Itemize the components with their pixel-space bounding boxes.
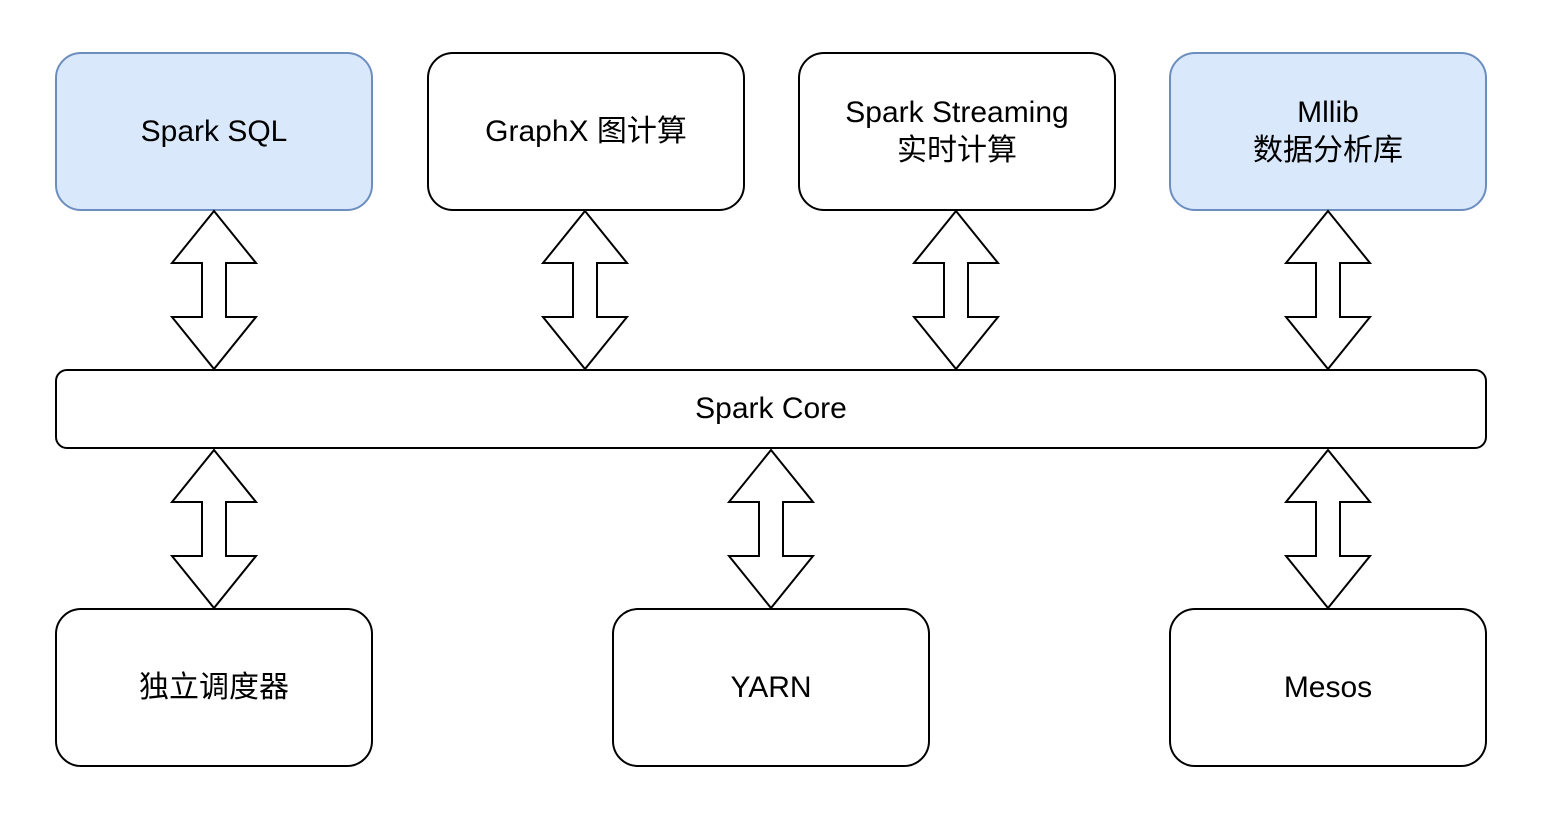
spark-sql-label: Spark SQL: [140, 114, 288, 148]
double-arrow-icon: [169, 209, 259, 371]
double-arrow-icon: [911, 209, 1001, 371]
standalone-scheduler-label: 独立调度器: [139, 670, 289, 704]
spark-streaming-label-line2: 实时计算: [897, 133, 1017, 167]
mllib-label-line1: Mllib: [1297, 95, 1359, 129]
mesos-label: Mesos: [1283, 670, 1373, 704]
double-arrow-icon: [169, 448, 259, 610]
double-arrow-icon: [1283, 448, 1373, 610]
double-arrow-icon: [540, 209, 630, 371]
double-arrow-icon: [726, 448, 816, 610]
mllib-box[interactable]: Mllib 数据分析库: [1169, 52, 1487, 211]
yarn-label: YARN: [730, 670, 812, 704]
spark-sql-box[interactable]: Spark SQL: [55, 52, 373, 211]
mllib-label-line2: 数据分析库: [1253, 133, 1403, 167]
graphx-box[interactable]: GraphX 图计算: [427, 52, 745, 211]
graphx-label: GraphX 图计算: [485, 114, 687, 148]
double-arrow-icon: [1283, 209, 1373, 371]
mesos-box[interactable]: Mesos: [1169, 608, 1487, 767]
spark-streaming-label-line1: Spark Streaming: [845, 95, 1069, 129]
spark-core-box[interactable]: Spark Core: [55, 369, 1487, 449]
spark-streaming-box[interactable]: Spark Streaming 实时计算: [798, 52, 1116, 211]
spark-core-label: Spark Core: [695, 392, 847, 425]
standalone-scheduler-box[interactable]: 独立调度器: [55, 608, 373, 767]
yarn-box[interactable]: YARN: [612, 608, 930, 767]
